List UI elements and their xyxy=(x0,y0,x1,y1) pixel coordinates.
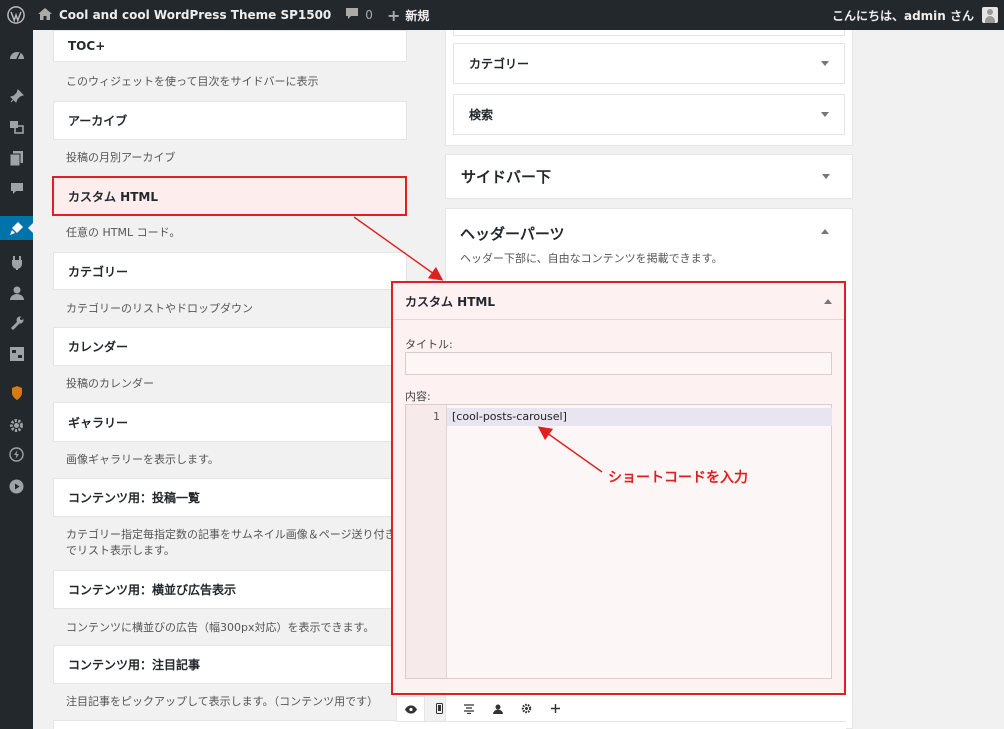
arrow-to-widget xyxy=(353,216,444,281)
annotation-arrows xyxy=(353,216,603,473)
arrow-to-code xyxy=(537,426,603,473)
annotation-label: ショートコードを入力 xyxy=(608,470,748,486)
